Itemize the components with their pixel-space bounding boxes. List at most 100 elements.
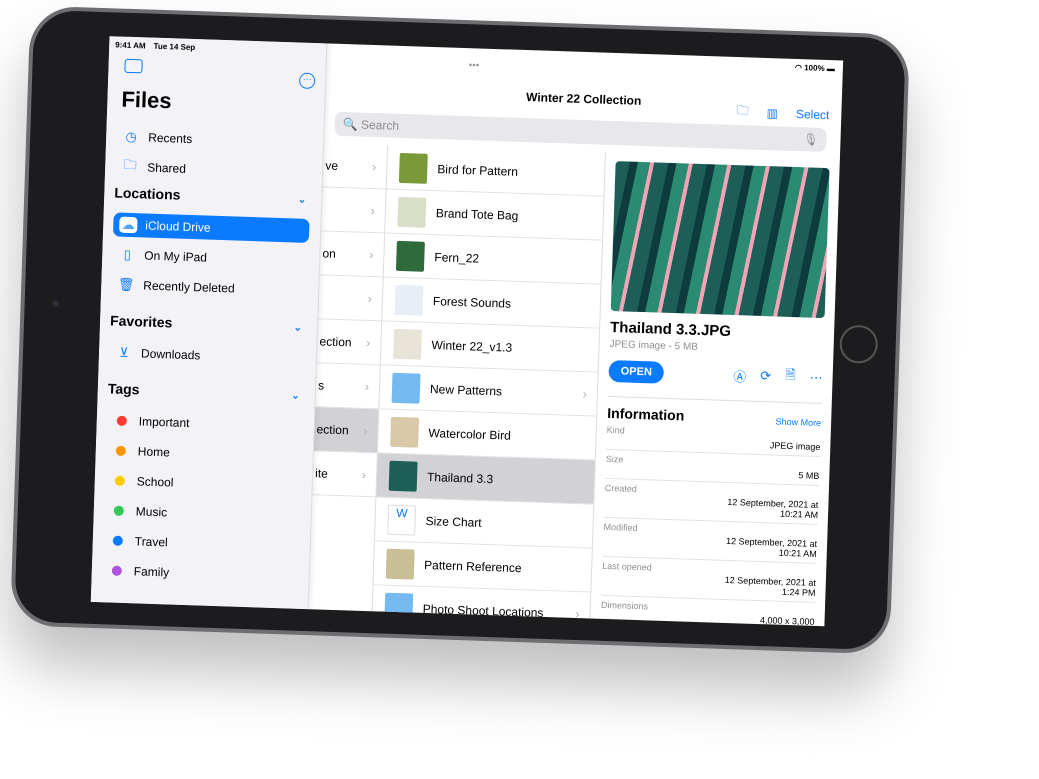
tags-header[interactable]: Tags ⌄: [108, 380, 304, 402]
microphone-icon[interactable]: 🎙: [803, 132, 819, 146]
more-icon[interactable]: ···: [298, 72, 316, 90]
tag-color-dot: [116, 415, 127, 426]
file-row[interactable]: Brand Tote Bag: [385, 189, 604, 241]
tag-label: Home: [137, 444, 171, 460]
sidebar-item-label: Recents: [147, 130, 193, 147]
tag-home[interactable]: Home: [105, 438, 302, 468]
file-row[interactable]: Forest Sounds: [382, 277, 601, 329]
file-row[interactable]: Pattern Reference: [373, 541, 592, 593]
info-key: Kind: [606, 424, 625, 436]
search-icon: 🔍: [342, 117, 362, 132]
file-thumbnail: [395, 240, 425, 272]
folder-name: on: [322, 245, 337, 261]
sidebar-item-label: Shared: [146, 160, 187, 176]
info-title: Information: [607, 404, 685, 424]
ipad-icon: ▯: [123, 246, 132, 263]
chevron-right-icon: ›: [363, 422, 368, 438]
more-icon[interactable]: ⋯: [809, 370, 822, 386]
sidebar-item-downloads[interactable]: ⊻ Downloads: [109, 340, 306, 370]
chevron-right-icon: ›: [370, 202, 376, 219]
tag-music[interactable]: Music: [103, 498, 300, 528]
info-key: Last opened: [602, 560, 652, 573]
folder-name: ection: [319, 333, 352, 349]
tag-family[interactable]: Family: [101, 558, 298, 588]
tag-school[interactable]: School: [104, 468, 301, 498]
file-name: Pattern Reference: [423, 557, 522, 575]
battery-level: 100%: [804, 63, 825, 73]
home-button[interactable]: [839, 324, 879, 364]
tag-color-dot: [114, 475, 125, 486]
sidebar-item-recents[interactable]: ◷ Recents: [116, 125, 313, 155]
ipad-frame: 9:41 AM Tue 14 Sep ◠ 100% ▬ ··· Files ◷ Re…: [9, 5, 911, 655]
file-name: Winter 22_v1.3: [431, 337, 513, 355]
column-view-icon[interactable]: ▥: [766, 106, 778, 120]
search-placeholder: Search: [360, 117, 400, 133]
select-button[interactable]: Select: [796, 107, 830, 122]
info-value: 4,000 x 3,000: [759, 615, 815, 627]
status-date: Tue 14 Sep: [153, 41, 196, 53]
sidebar-toggle-icon[interactable]: [124, 58, 143, 74]
chevron-down-icon[interactable]: ⌄: [293, 322, 302, 333]
rotate-icon[interactable]: ⟳: [760, 368, 771, 384]
tag-travel[interactable]: Travel: [102, 528, 299, 558]
file-row[interactable]: New Patterns ›: [379, 365, 598, 417]
folder-name: ve: [325, 157, 339, 173]
file-thumbnail: W: [387, 504, 417, 536]
sidebar-item-label: On My iPad: [144, 248, 208, 265]
sidebar-item-on-my-ipad[interactable]: ▯ On My iPad: [112, 242, 309, 272]
tag-color-dot: [112, 535, 123, 546]
chevron-right-icon: ›: [371, 158, 377, 175]
locations-header[interactable]: Locations ⌄: [114, 184, 310, 206]
file-name: Brand Tote Bag: [435, 205, 519, 223]
multitasking-dots[interactable]: •••: [469, 60, 480, 71]
tag-label: Important: [138, 414, 190, 431]
file-row[interactable]: Bird for Pattern: [386, 145, 605, 197]
file-thumbnail: [398, 152, 428, 184]
tag-important[interactable]: Important: [106, 408, 303, 438]
chevron-right-icon: ›: [582, 386, 588, 402]
screen: 9:41 AM Tue 14 Sep ◠ 100% ▬ ··· Files ◷ Re…: [90, 36, 844, 627]
sidebar-item-shared[interactable]: 🗀 Shared: [115, 154, 312, 184]
chevron-right-icon: ›: [361, 466, 367, 482]
file-row[interactable]: Thailand 3.3: [376, 453, 595, 505]
folder-name: ection: [316, 421, 349, 437]
chevron-right-icon: ›: [365, 334, 371, 351]
chevron-down-icon[interactable]: ⌄: [291, 390, 300, 401]
file-thumbnail: [388, 460, 418, 492]
tag-color-dot: [111, 565, 122, 576]
battery-status: ◠ 100% ▬: [794, 62, 836, 74]
info-value: 12 September, 2021 at 10:21 AM: [725, 535, 818, 559]
shared-folder-icon: 🗀: [123, 156, 138, 173]
tag-label: Family: [133, 564, 170, 580]
detail-pane: Thailand 3.3.JPG JPEG image - 5 MB OPEN …: [591, 153, 840, 627]
file-thumbnail: [393, 328, 423, 360]
pdf-icon[interactable]: 🗎: [785, 366, 796, 388]
file-row[interactable]: W Size Chart: [374, 497, 594, 549]
file-name: Forest Sounds: [432, 293, 512, 311]
file-row[interactable]: Winter 22_v1.3: [380, 321, 600, 373]
file-name: Thailand 3.3: [426, 469, 494, 486]
file-name: Photo Shoot Locations: [422, 601, 544, 620]
show-more-link[interactable]: Show More: [775, 417, 821, 429]
status-time: 9:41 AM: [115, 40, 146, 51]
file-row[interactable]: Watercolor Bird: [377, 409, 597, 461]
sidebar-item-recently-deleted[interactable]: 🗑 Recently Deleted: [111, 272, 308, 302]
new-folder-icon[interactable]: 🗀: [736, 101, 749, 122]
markup-icon[interactable]: Ⓐ: [733, 366, 747, 385]
info-value: 12 September, 2021 at 10:21 AM: [727, 496, 819, 520]
file-row[interactable]: Fern_22: [383, 233, 603, 285]
file-thumbnail: [394, 284, 424, 316]
info-key: Dimensions: [600, 599, 649, 612]
image-preview: [610, 161, 830, 319]
sidebar-item-icloud-drive[interactable]: ☁ iCloud Drive: [112, 212, 310, 243]
camera: [52, 300, 59, 307]
favorites-header[interactable]: Favorites ⌄: [110, 312, 306, 334]
folder-name: s: [317, 377, 325, 393]
chevron-down-icon[interactable]: ⌄: [298, 195, 307, 206]
file-name: Watercolor Bird: [428, 425, 512, 443]
file-name: Bird for Pattern: [437, 161, 519, 179]
sidebar-item-label: Recently Deleted: [143, 278, 235, 296]
file-row[interactable]: Photo Shoot Locations ›: [372, 585, 591, 627]
section-title: Locations: [114, 184, 181, 203]
open-button[interactable]: OPEN: [608, 359, 665, 384]
